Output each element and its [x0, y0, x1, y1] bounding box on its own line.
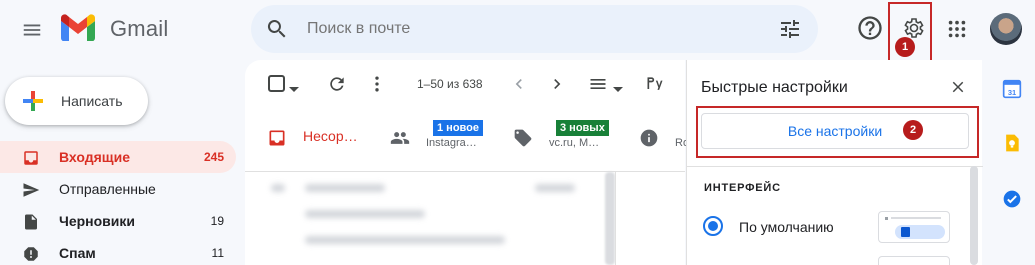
divider — [687, 166, 983, 167]
tab-senders: vc.ru, M… — [549, 137, 600, 149]
side-panel: 31 — [986, 60, 1035, 265]
svg-text:31: 31 — [1008, 88, 1016, 97]
chevron-left-icon[interactable] — [509, 74, 529, 94]
density-lines-icon[interactable] — [587, 74, 609, 94]
sidebar-item-spam[interactable]: Спам 11 — [0, 237, 236, 265]
new-count-chip: 3 новых — [556, 120, 609, 136]
app-name: Gmail — [110, 16, 169, 41]
inbox-icon — [24, 151, 38, 165]
table-row[interactable] — [255, 226, 605, 254]
quick-settings-title: Быстрые настройки — [701, 79, 848, 96]
tab-social[interactable]: 1 новое Instagra… — [390, 116, 500, 172]
chevron-down-icon[interactable] — [613, 80, 623, 100]
help-icon[interactable] — [856, 14, 884, 42]
select-dropdown-icon[interactable] — [289, 80, 299, 100]
sidebar-item-label: Отправленные — [59, 181, 156, 197]
list-scrollbar[interactable] — [605, 172, 615, 265]
density-default-preview[interactable] — [878, 211, 950, 243]
new-count-chip: 1 новое — [433, 120, 483, 136]
table-row[interactable] — [255, 200, 605, 228]
apps-grid-icon[interactable] — [946, 18, 968, 40]
sidebar-item-inbox[interactable]: Входящие 245 — [0, 141, 236, 173]
gmail-logo-icon[interactable] — [60, 14, 96, 42]
sidebar-item-count: 245 — [203, 150, 224, 164]
input-tools-icon[interactable] — [643, 74, 667, 94]
top-bar: Gmail 1 — [0, 0, 1035, 64]
density-default-label: По умолчанию — [739, 219, 834, 235]
sidebar-item-label: Черновики — [59, 213, 136, 229]
compose-plus-icon — [23, 91, 43, 111]
search-input[interactable] — [307, 5, 727, 53]
refresh-icon[interactable] — [327, 74, 347, 94]
sidebar-item-drafts[interactable]: Черновики 19 — [0, 205, 236, 237]
spam-report-icon — [24, 247, 38, 261]
sidebar-item-count: 19 — [210, 214, 224, 228]
search-icon[interactable] — [265, 17, 289, 41]
reading-pane-edge — [615, 172, 685, 265]
search-options-icon[interactable] — [778, 17, 802, 41]
section-heading: ИНТЕРФЕЙС — [704, 182, 781, 194]
settings-scrollbar[interactable] — [970, 166, 978, 265]
inbox-tab-icon — [269, 130, 285, 146]
calendar-icon[interactable]: 31 — [1002, 79, 1022, 99]
message-list-pane: 1–50 из 638 Несор… 1 новое Instagra… 3 н… — [245, 60, 689, 265]
compose-label: Написать — [61, 93, 123, 109]
tab-promotions[interactable]: 3 новых vc.ru, M… — [513, 116, 623, 172]
keep-notes-icon[interactable] — [1002, 133, 1022, 153]
select-all-checkbox[interactable] — [267, 74, 287, 94]
sidebar-item-label: Входящие — [59, 149, 130, 165]
category-tabs: Несор… 1 новое Instagra… 3 новых vc.ru, … — [245, 116, 689, 172]
density-next-preview[interactable] — [878, 256, 950, 265]
all-settings-button[interactable]: Все настройки — [701, 113, 969, 149]
tab-senders: Instagra… — [426, 137, 477, 149]
step-badge-2: 2 — [903, 120, 923, 140]
main-menu-button[interactable] — [12, 10, 52, 50]
pagination-text: 1–50 из 638 — [417, 77, 483, 91]
account-avatar[interactable] — [990, 13, 1022, 45]
close-icon[interactable] — [949, 78, 967, 96]
list-toolbar: 1–50 из 638 — [245, 60, 685, 108]
table-row[interactable] — [255, 174, 605, 202]
people-icon — [390, 132, 410, 144]
density-default-radio[interactable] — [703, 216, 723, 236]
tag-icon — [514, 129, 532, 147]
send-icon — [23, 183, 40, 197]
tab-updates[interactable]: Ro — [639, 116, 689, 172]
draft-file-icon — [25, 214, 37, 230]
quick-settings-panel: Быстрые настройки Все настройки 2 ИНТЕРФ… — [686, 60, 983, 265]
sidebar-item-count: 11 — [211, 246, 224, 260]
tab-primary[interactable]: Несор… — [267, 116, 387, 172]
search-bar[interactable] — [251, 5, 818, 53]
hamburger-icon — [23, 24, 41, 36]
gmail-window: Gmail 1 Написать Входящие 245 Отправлен — [0, 0, 1035, 265]
info-icon — [640, 129, 658, 147]
tasks-icon[interactable] — [1002, 189, 1022, 209]
preview-icon — [885, 217, 945, 239]
sidebar-item-sent[interactable]: Отправленные — [0, 173, 236, 205]
chevron-right-icon[interactable] — [547, 74, 567, 94]
tab-label: Несор… — [303, 128, 358, 144]
more-options-icon[interactable] — [367, 74, 387, 94]
sidebar-item-label: Спам — [59, 245, 96, 261]
step-badge-1: 1 — [895, 37, 915, 57]
compose-button[interactable]: Написать — [5, 77, 148, 125]
